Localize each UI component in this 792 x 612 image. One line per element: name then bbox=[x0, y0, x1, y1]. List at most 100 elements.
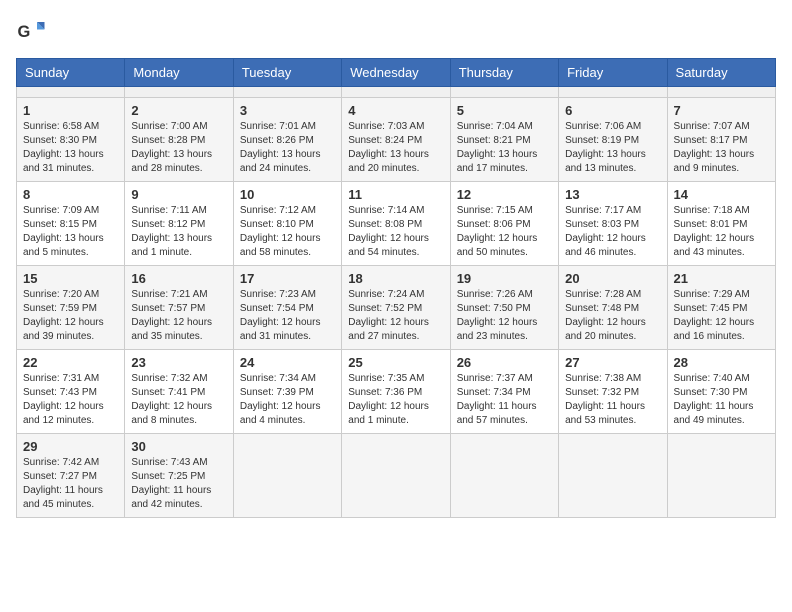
week-row-3: 8 Sunrise: 7:09 AM Sunset: 8:15 PM Daylig… bbox=[17, 182, 776, 266]
calendar-cell: 6 Sunrise: 7:06 AM Sunset: 8:19 PM Daylig… bbox=[559, 98, 667, 182]
logo: G bbox=[16, 16, 50, 46]
day-number: 20 bbox=[565, 271, 660, 286]
calendar: SundayMondayTuesdayWednesdayThursdayFrid… bbox=[16, 58, 776, 518]
calendar-cell: 4 Sunrise: 7:03 AM Sunset: 8:24 PM Daylig… bbox=[342, 98, 450, 182]
day-number: 13 bbox=[565, 187, 660, 202]
dow-header-monday: Monday bbox=[125, 59, 233, 87]
day-number: 28 bbox=[674, 355, 769, 370]
day-number: 26 bbox=[457, 355, 552, 370]
day-number: 24 bbox=[240, 355, 335, 370]
calendar-cell: 12 Sunrise: 7:15 AM Sunset: 8:06 PM Dayli… bbox=[450, 182, 558, 266]
calendar-cell bbox=[233, 87, 341, 98]
calendar-cell: 18 Sunrise: 7:24 AM Sunset: 7:52 PM Dayli… bbox=[342, 266, 450, 350]
day-detail: Sunrise: 7:32 AM Sunset: 7:41 PM Dayligh… bbox=[131, 372, 226, 428]
day-detail: Sunrise: 7:03 AM Sunset: 8:24 PM Dayligh… bbox=[348, 120, 443, 176]
dow-header-friday: Friday bbox=[559, 59, 667, 87]
week-row-6: 29 Sunrise: 7:42 AM Sunset: 7:27 PM Dayli… bbox=[17, 434, 776, 518]
day-number: 4 bbox=[348, 103, 443, 118]
day-detail: Sunrise: 7:26 AM Sunset: 7:50 PM Dayligh… bbox=[457, 288, 552, 344]
calendar-cell: 27Sunrise: 7:38 AM Sunset: 7:32 PM Dayli… bbox=[559, 350, 667, 434]
day-of-week-row: SundayMondayTuesdayWednesdayThursdayFrid… bbox=[17, 59, 776, 87]
day-number: 15 bbox=[23, 271, 118, 286]
day-number: 11 bbox=[348, 187, 443, 202]
day-detail: Sunrise: 7:17 AM Sunset: 8:03 PM Dayligh… bbox=[565, 204, 660, 260]
calendar-cell: 21Sunrise: 7:29 AM Sunset: 7:45 PM Dayli… bbox=[667, 266, 775, 350]
day-number: 17 bbox=[240, 271, 335, 286]
calendar-cell: 15Sunrise: 7:20 AM Sunset: 7:59 PM Dayli… bbox=[17, 266, 125, 350]
calendar-cell: 25 Sunrise: 7:35 AM Sunset: 7:36 PM Dayli… bbox=[342, 350, 450, 434]
calendar-cell: 14 Sunrise: 7:18 AM Sunset: 8:01 PM Dayli… bbox=[667, 182, 775, 266]
calendar-cell: 3 Sunrise: 7:01 AM Sunset: 8:26 PM Daylig… bbox=[233, 98, 341, 182]
calendar-cell: 24 Sunrise: 7:34 AM Sunset: 7:39 PM Dayli… bbox=[233, 350, 341, 434]
day-number: 30 bbox=[131, 439, 226, 454]
dow-header-tuesday: Tuesday bbox=[233, 59, 341, 87]
day-number: 16 bbox=[131, 271, 226, 286]
day-detail: Sunrise: 7:11 AM Sunset: 8:12 PM Dayligh… bbox=[131, 204, 226, 260]
calendar-cell bbox=[342, 434, 450, 518]
day-detail: Sunrise: 7:12 AM Sunset: 8:10 PM Dayligh… bbox=[240, 204, 335, 260]
day-number: 10 bbox=[240, 187, 335, 202]
day-detail: Sunrise: 6:58 AM Sunset: 8:30 PM Dayligh… bbox=[23, 120, 118, 176]
week-row-2: 1 Sunrise: 6:58 AM Sunset: 8:30 PM Daylig… bbox=[17, 98, 776, 182]
calendar-cell: 26Sunrise: 7:37 AM Sunset: 7:34 PM Dayli… bbox=[450, 350, 558, 434]
day-number: 18 bbox=[348, 271, 443, 286]
dow-header-wednesday: Wednesday bbox=[342, 59, 450, 87]
day-number: 23 bbox=[131, 355, 226, 370]
week-row-4: 15Sunrise: 7:20 AM Sunset: 7:59 PM Dayli… bbox=[17, 266, 776, 350]
day-detail: Sunrise: 7:09 AM Sunset: 8:15 PM Dayligh… bbox=[23, 204, 118, 260]
day-detail: Sunrise: 7:01 AM Sunset: 8:26 PM Dayligh… bbox=[240, 120, 335, 176]
calendar-cell bbox=[450, 434, 558, 518]
day-detail: Sunrise: 7:23 AM Sunset: 7:54 PM Dayligh… bbox=[240, 288, 335, 344]
calendar-cell: 20Sunrise: 7:28 AM Sunset: 7:48 PM Dayli… bbox=[559, 266, 667, 350]
day-number: 2 bbox=[131, 103, 226, 118]
calendar-cell: 19Sunrise: 7:26 AM Sunset: 7:50 PM Dayli… bbox=[450, 266, 558, 350]
day-number: 1 bbox=[23, 103, 118, 118]
day-number: 3 bbox=[240, 103, 335, 118]
day-detail: Sunrise: 7:24 AM Sunset: 7:52 PM Dayligh… bbox=[348, 288, 443, 344]
calendar-cell: 8 Sunrise: 7:09 AM Sunset: 8:15 PM Daylig… bbox=[17, 182, 125, 266]
calendar-cell bbox=[667, 434, 775, 518]
day-number: 12 bbox=[457, 187, 552, 202]
day-number: 14 bbox=[674, 187, 769, 202]
calendar-cell bbox=[559, 87, 667, 98]
day-detail: Sunrise: 7:04 AM Sunset: 8:21 PM Dayligh… bbox=[457, 120, 552, 176]
calendar-cell bbox=[667, 87, 775, 98]
day-detail: Sunrise: 7:07 AM Sunset: 8:17 PM Dayligh… bbox=[674, 120, 769, 176]
day-detail: Sunrise: 7:34 AM Sunset: 7:39 PM Dayligh… bbox=[240, 372, 335, 428]
day-number: 25 bbox=[348, 355, 443, 370]
day-number: 8 bbox=[23, 187, 118, 202]
calendar-cell bbox=[125, 87, 233, 98]
calendar-cell bbox=[17, 87, 125, 98]
calendar-cell: 29 Sunrise: 7:42 AM Sunset: 7:27 PM Dayli… bbox=[17, 434, 125, 518]
calendar-cell: 10 Sunrise: 7:12 AM Sunset: 8:10 PM Dayli… bbox=[233, 182, 341, 266]
calendar-cell bbox=[450, 87, 558, 98]
day-number: 29 bbox=[23, 439, 118, 454]
calendar-cell: 22Sunrise: 7:31 AM Sunset: 7:43 PM Dayli… bbox=[17, 350, 125, 434]
day-detail: Sunrise: 7:15 AM Sunset: 8:06 PM Dayligh… bbox=[457, 204, 552, 260]
day-number: 6 bbox=[565, 103, 660, 118]
day-detail: Sunrise: 7:40 AM Sunset: 7:30 PM Dayligh… bbox=[674, 372, 769, 428]
logo-icon: G bbox=[16, 16, 46, 46]
calendar-cell: 9Sunrise: 7:11 AM Sunset: 8:12 PM Daylig… bbox=[125, 182, 233, 266]
calendar-cell bbox=[233, 434, 341, 518]
day-detail: Sunrise: 7:43 AM Sunset: 7:25 PM Dayligh… bbox=[131, 456, 226, 512]
day-detail: Sunrise: 7:14 AM Sunset: 8:08 PM Dayligh… bbox=[348, 204, 443, 260]
calendar-cell: 7Sunrise: 7:07 AM Sunset: 8:17 PM Daylig… bbox=[667, 98, 775, 182]
calendar-cell: 23 Sunrise: 7:32 AM Sunset: 7:41 PM Dayli… bbox=[125, 350, 233, 434]
week-row-5: 22Sunrise: 7:31 AM Sunset: 7:43 PM Dayli… bbox=[17, 350, 776, 434]
day-detail: Sunrise: 7:06 AM Sunset: 8:19 PM Dayligh… bbox=[565, 120, 660, 176]
day-detail: Sunrise: 7:29 AM Sunset: 7:45 PM Dayligh… bbox=[674, 288, 769, 344]
calendar-cell: 13 Sunrise: 7:17 AM Sunset: 8:03 PM Dayli… bbox=[559, 182, 667, 266]
calendar-cell: 17 Sunrise: 7:23 AM Sunset: 7:54 PM Dayli… bbox=[233, 266, 341, 350]
day-detail: Sunrise: 7:18 AM Sunset: 8:01 PM Dayligh… bbox=[674, 204, 769, 260]
day-detail: Sunrise: 7:42 AM Sunset: 7:27 PM Dayligh… bbox=[23, 456, 118, 512]
day-detail: Sunrise: 7:35 AM Sunset: 7:36 PM Dayligh… bbox=[348, 372, 443, 428]
dow-header-sunday: Sunday bbox=[17, 59, 125, 87]
calendar-cell: 16Sunrise: 7:21 AM Sunset: 7:57 PM Dayli… bbox=[125, 266, 233, 350]
week-row-1 bbox=[17, 87, 776, 98]
dow-header-thursday: Thursday bbox=[450, 59, 558, 87]
calendar-cell bbox=[342, 87, 450, 98]
calendar-cell: 28 Sunrise: 7:40 AM Sunset: 7:30 PM Dayli… bbox=[667, 350, 775, 434]
dow-header-saturday: Saturday bbox=[667, 59, 775, 87]
day-detail: Sunrise: 7:00 AM Sunset: 8:28 PM Dayligh… bbox=[131, 120, 226, 176]
